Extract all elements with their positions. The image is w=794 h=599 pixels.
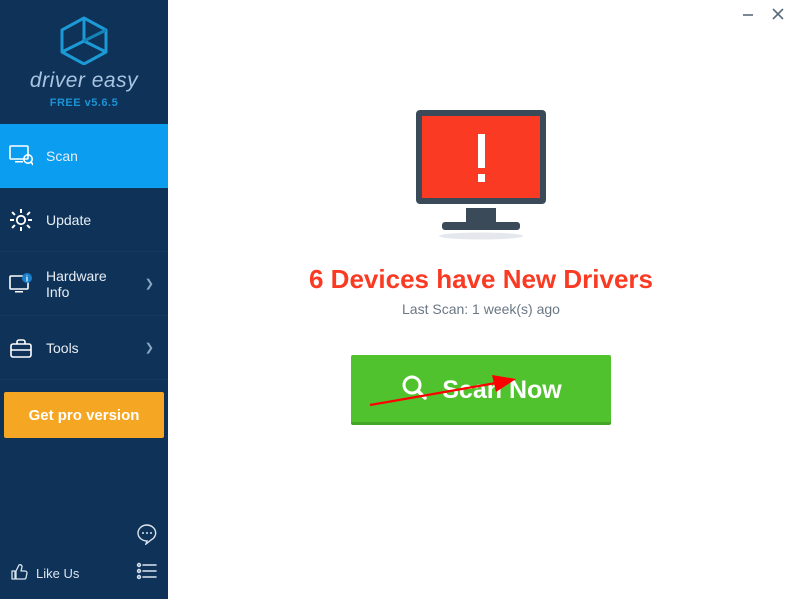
last-scan-label: Last Scan: 1 week(s) ago — [402, 301, 560, 317]
menu-list-icon[interactable] — [136, 562, 158, 585]
chevron-right-icon: ❯ — [145, 341, 154, 354]
chevron-right-icon: ❯ — [145, 277, 154, 290]
minimize-button[interactable] — [740, 6, 756, 22]
svg-text:i: i — [26, 274, 28, 283]
thumbs-up-icon — [10, 563, 28, 584]
like-us-label: Like Us — [36, 566, 79, 581]
sidebar-item-label: Hardware Info — [46, 268, 133, 300]
gear-icon — [8, 209, 34, 231]
main-panel: 6 Devices have New Drivers Last Scan: 1 … — [168, 0, 794, 599]
sidebar-item-label: Scan — [46, 148, 160, 164]
search-icon — [400, 373, 428, 408]
sidebar-item-scan[interactable]: Scan — [0, 124, 168, 188]
logo-icon — [57, 15, 111, 65]
scan-now-label: Scan Now — [442, 376, 561, 405]
monitor-info-icon: i — [8, 273, 34, 295]
sidebar-item-tools[interactable]: Tools ❯ — [0, 316, 168, 380]
chat-icon[interactable] — [136, 523, 158, 550]
sidebar-item-label: Tools — [46, 340, 133, 356]
scan-now-button[interactable]: Scan Now — [351, 355, 611, 425]
status-headline: 6 Devices have New Drivers — [309, 264, 653, 295]
get-pro-label: Get pro version — [29, 407, 140, 424]
toolbox-icon — [8, 338, 34, 358]
monitor-alert-icon — [406, 108, 556, 240]
sidebar-item-hardware-info[interactable]: i Hardware Info ❯ — [0, 252, 168, 316]
sidebar-item-label: Update — [46, 212, 160, 228]
like-us-button[interactable]: Like Us — [10, 563, 79, 584]
window-controls — [740, 6, 786, 22]
get-pro-button[interactable]: Get pro version — [4, 392, 164, 438]
sidebar: driver easy FREE v5.6.5 Scan — [0, 0, 168, 599]
brand-name: driver easy — [30, 69, 138, 93]
close-button[interactable] — [770, 6, 786, 22]
sidebar-item-update[interactable]: Update — [0, 188, 168, 252]
logo-area: driver easy FREE v5.6.5 — [0, 0, 168, 124]
sidebar-bottom: Like Us — [0, 513, 168, 599]
monitor-search-icon — [8, 145, 34, 167]
status-illustration — [406, 108, 556, 240]
version-label: FREE v5.6.5 — [50, 97, 118, 109]
